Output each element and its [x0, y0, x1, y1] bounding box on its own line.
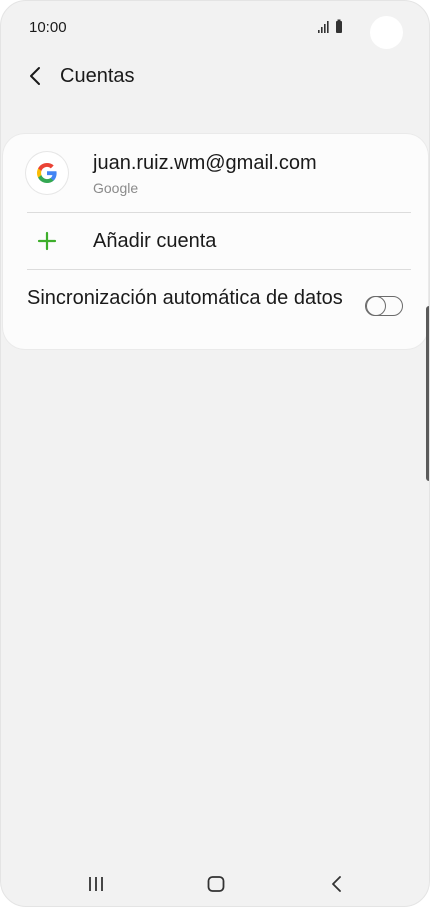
account-row-google[interactable]: juan.ruiz.wm@gmail.com Google	[3, 134, 428, 212]
auto-sync-toggle[interactable]	[365, 295, 403, 316]
back-icon	[332, 876, 341, 892]
auto-sync-label: Sincronización automática de datos	[27, 287, 343, 309]
google-icon	[26, 152, 68, 194]
status-icons	[317, 19, 347, 35]
phone-screen: 10:00 Cuentas juan.ruiz.wm@gmail.com Goo…	[0, 0, 430, 907]
account-type: Google	[93, 180, 139, 196]
recent-apps-icon	[89, 877, 103, 891]
signal-icon	[318, 19, 342, 33]
battery-icon	[336, 19, 342, 33]
app-bar: Cuentas	[1, 57, 429, 97]
back-button[interactable]	[23, 63, 49, 89]
chevron-left-icon	[30, 67, 40, 85]
navigation-bar	[1, 861, 429, 906]
auto-sync-row[interactable]: Sincronización automática de datos	[3, 270, 428, 349]
scroll-indicator	[426, 306, 429, 481]
home-icon	[207, 876, 225, 892]
home-button[interactable]	[196, 871, 236, 897]
accounts-card: juan.ruiz.wm@gmail.com Google Añadir cue…	[3, 134, 428, 349]
add-account-button[interactable]: Añadir cuenta	[3, 213, 428, 269]
add-account-label: Añadir cuenta	[93, 230, 217, 252]
plus-icon	[36, 230, 58, 252]
camera-cutout	[370, 16, 403, 49]
status-bar: 10:00	[1, 1, 429, 57]
status-time: 10:00	[29, 19, 67, 36]
account-email: juan.ruiz.wm@gmail.com	[93, 152, 317, 174]
page-title: Cuentas	[60, 65, 135, 87]
recent-apps-button[interactable]	[76, 871, 116, 897]
nav-back-button[interactable]	[317, 871, 357, 897]
toggle-knob	[366, 295, 386, 316]
